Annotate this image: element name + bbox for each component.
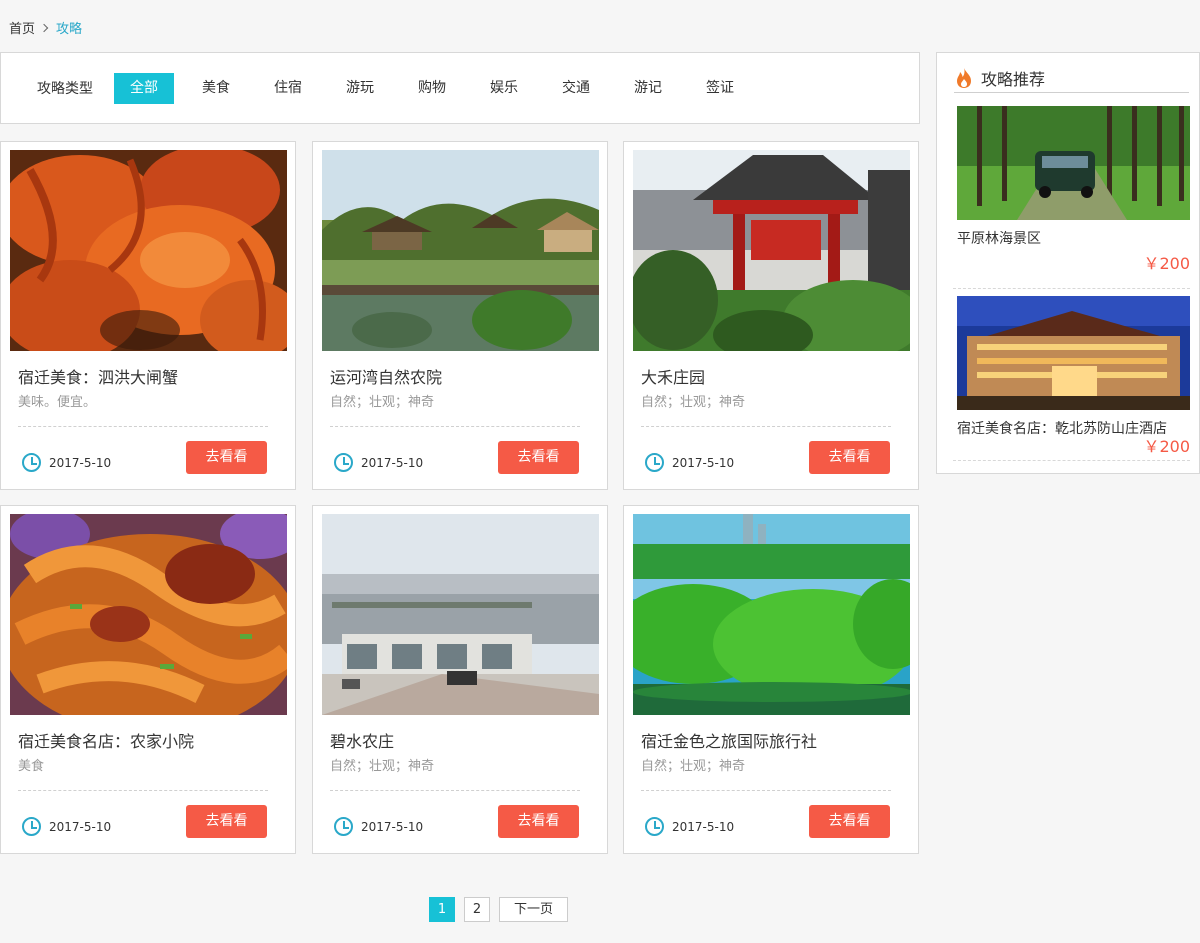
- card-title[interactable]: 宿迁美食名店：农家小院: [18, 728, 194, 752]
- filter-item-entertainment[interactable]: 娱乐: [474, 73, 534, 104]
- card-date-text: 2017-5-10: [49, 819, 112, 834]
- card-divider: [330, 790, 580, 791]
- guide-card: 宿迁美食：泗洪大闸蟹 美味。便宜。 2017-5-10 去看看: [0, 141, 296, 490]
- card-date: 2017-5-10: [22, 817, 111, 836]
- sidebar-header: 攻略推荐: [954, 63, 1189, 93]
- next-page-button[interactable]: 下一页: [499, 897, 568, 922]
- filter-item-all[interactable]: 全部: [114, 72, 174, 104]
- card-date: 2017-5-10: [645, 453, 734, 472]
- view-button[interactable]: 去看看: [498, 805, 579, 838]
- filter-item-transport[interactable]: 交通: [546, 73, 606, 104]
- clock-icon: [334, 817, 353, 836]
- clock-icon: [645, 453, 664, 472]
- card-divider: [18, 790, 268, 791]
- card-date-text: 2017-5-10: [361, 455, 424, 470]
- recommendation-price: ￥200: [1143, 437, 1190, 456]
- clock-icon: [22, 453, 41, 472]
- recommendation-name[interactable]: 平原林海景区: [957, 228, 1190, 248]
- card-title[interactable]: 运河湾自然农院: [330, 364, 442, 388]
- recommendation-item[interactable]: 平原林海景区 ￥200: [953, 106, 1190, 289]
- page-1-button[interactable]: 1: [429, 897, 455, 922]
- card-tags: 自然；壮观；神奇: [641, 395, 746, 410]
- card-date-text: 2017-5-10: [672, 455, 735, 470]
- card-date-text: 2017-5-10: [672, 819, 735, 834]
- clock-icon: [645, 817, 664, 836]
- card-tags: 自然；壮观；神奇: [641, 759, 746, 774]
- card-tags: 美味。便宜。: [18, 395, 97, 410]
- chevron-right-icon: [39, 23, 49, 32]
- card-date-text: 2017-5-10: [49, 455, 112, 470]
- guide-card: 运河湾自然农院 自然；壮观；神奇 2017-5-10 去看看: [312, 141, 608, 490]
- view-button[interactable]: 去看看: [809, 441, 890, 474]
- noodle-dish-photo[interactable]: [10, 514, 287, 715]
- guide-card: 宿迁美食名店：农家小院 美食 2017-5-10 去看看: [0, 505, 296, 854]
- pagination: 1 2 下一页: [429, 897, 577, 922]
- filter-item-sightseeing[interactable]: 游玩: [330, 73, 390, 104]
- clock-icon: [22, 817, 41, 836]
- filter-item-shopping[interactable]: 购物: [402, 73, 462, 104]
- card-title[interactable]: 宿迁金色之旅国际旅行社: [641, 728, 817, 752]
- breadcrumb: 首页 攻略: [9, 18, 82, 37]
- green-park-photo[interactable]: [633, 514, 910, 715]
- guide-card: 碧水农庄 自然；壮观；神奇 2017-5-10 去看看: [312, 505, 608, 854]
- filter-item-travelogue[interactable]: 游记: [618, 73, 678, 104]
- guide-card: 宿迁金色之旅国际旅行社 自然；壮观；神奇 2017-5-10 去看看: [623, 505, 919, 854]
- card-date: 2017-5-10: [22, 453, 111, 472]
- filter-item-food[interactable]: 美食: [186, 73, 246, 104]
- card-tags: 自然；壮观；神奇: [330, 759, 435, 774]
- card-title[interactable]: 大禾庄园: [641, 364, 705, 388]
- card-date: 2017-5-10: [334, 453, 423, 472]
- clock-icon: [334, 453, 353, 472]
- recommendation-divider: [953, 288, 1190, 289]
- page-2-button[interactable]: 2: [464, 897, 490, 922]
- card-date: 2017-5-10: [645, 817, 734, 836]
- card-tags: 自然；壮观；神奇: [330, 395, 435, 410]
- card-divider: [330, 426, 580, 427]
- fire-icon: [957, 67, 971, 88]
- crab-photo[interactable]: [10, 150, 287, 351]
- category-filter-bar: 攻略类型 全部 美食 住宿 游玩 购物 娱乐 交通 游记 签证: [0, 52, 920, 124]
- filter-item-visa[interactable]: 签证: [690, 73, 750, 104]
- view-button[interactable]: 去看看: [809, 805, 890, 838]
- recommendation-divider: [953, 460, 1190, 461]
- guide-card: 大禾庄园 自然；壮观；神奇 2017-5-10 去看看: [623, 141, 919, 490]
- breadcrumb-home-link[interactable]: 首页: [9, 18, 35, 37]
- card-divider: [18, 426, 268, 427]
- sidebar-title: 攻略推荐: [981, 69, 1046, 89]
- card-title[interactable]: 碧水农庄: [330, 728, 394, 752]
- recommendation-price: ￥200: [1143, 254, 1190, 273]
- card-date-text: 2017-5-10: [361, 819, 424, 834]
- filter-label: 攻略类型: [37, 81, 93, 97]
- recommendation-item[interactable]: 宿迁美食名店：乾北苏防山庄酒店 ￥200: [953, 296, 1190, 461]
- card-date: 2017-5-10: [334, 817, 423, 836]
- view-button[interactable]: 去看看: [498, 441, 579, 474]
- card-divider: [641, 790, 891, 791]
- card-title[interactable]: 宿迁美食：泗洪大闸蟹: [18, 364, 178, 388]
- greenhouse-photo[interactable]: [322, 514, 599, 715]
- wetland-pavilion-photo[interactable]: [322, 150, 599, 351]
- hotel-night-photo[interactable]: [957, 296, 1190, 410]
- view-button[interactable]: 去看看: [186, 441, 267, 474]
- card-tags: 美食: [18, 759, 45, 774]
- forest-road-photo[interactable]: [957, 106, 1190, 220]
- card-divider: [641, 426, 891, 427]
- breadcrumb-current: 攻略: [56, 22, 83, 37]
- chinese-gate-photo[interactable]: [633, 150, 910, 351]
- filter-item-lodging[interactable]: 住宿: [258, 73, 318, 104]
- view-button[interactable]: 去看看: [186, 805, 267, 838]
- recommendation-sidebar: 攻略推荐 平原林海景区 ￥200 宿迁美食名店：乾北苏防山庄酒店 ￥200: [936, 52, 1200, 474]
